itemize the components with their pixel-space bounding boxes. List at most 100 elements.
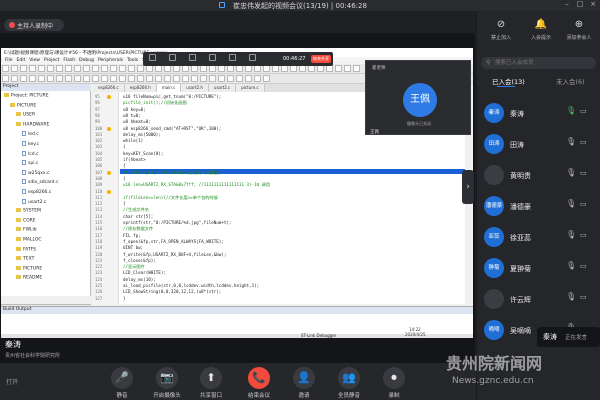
panel-action-2[interactable]: ⊕ 添加参会人: [562, 18, 596, 41]
document-tab[interactable]: esp8266.h: [124, 84, 157, 92]
toolbar-button[interactable]: [209, 75, 216, 82]
toolbar-button[interactable]: [74, 75, 81, 82]
ide-menu-item[interactable]: Flash: [63, 58, 75, 63]
toolbar-button[interactable]: [110, 65, 117, 72]
toolbar-button[interactable]: [11, 65, 18, 72]
toolbar-button[interactable]: [11, 75, 18, 82]
tree-item[interactable]: sdio_sdcard.c: [22, 179, 58, 185]
tree-item[interactable]: Project: PICTURE: [4, 93, 49, 99]
close-icon[interactable]: ×: [586, 0, 600, 8]
toolbar-button[interactable]: [182, 75, 189, 82]
video-icon[interactable]: ▭: [580, 107, 587, 115]
share-button[interactable]: ⬆ 共享窗口: [191, 367, 231, 399]
microphone-icon[interactable]: 🎙: [566, 261, 576, 270]
toolbar-button[interactable]: [137, 75, 144, 82]
tree-item[interactable]: key.c: [22, 141, 39, 147]
member-row[interactable]: 亚蕊 徐亚蕊 🎙 ▭: [476, 222, 600, 252]
toolbar-button[interactable]: [2, 65, 9, 72]
toolbar-button[interactable]: [29, 65, 36, 72]
toolbar-button[interactable]: [83, 75, 90, 82]
document-tab[interactable]: picture.c: [236, 84, 265, 92]
toolbar-button[interactable]: [101, 65, 108, 72]
toolbar-button[interactable]: [245, 75, 252, 82]
member-row[interactable]: 田涛 田涛 🎙 ▭: [476, 129, 600, 159]
tree-item[interactable]: USER: [16, 112, 35, 118]
tree-item[interactable]: spi.c: [22, 160, 38, 166]
tree-item[interactable]: PICTURE: [16, 265, 42, 271]
microphone-icon[interactable]: 🎙: [566, 137, 576, 146]
microphone-icon[interactable]: 🎙: [566, 199, 576, 208]
toolbar-button[interactable]: [146, 65, 153, 72]
toolbar-button[interactable]: [92, 75, 99, 82]
toolbar-button[interactable]: [119, 65, 126, 72]
toolbar-button[interactable]: [200, 75, 207, 82]
tab-not-joined[interactable]: 未入会(6): [556, 76, 585, 86]
tree-item[interactable]: TEXT: [16, 256, 34, 262]
camera-icon[interactable]: [169, 54, 176, 61]
toolbar-button[interactable]: [263, 75, 270, 82]
toolbar-button[interactable]: [65, 65, 72, 72]
tree-item[interactable]: SYSTEM: [16, 208, 41, 214]
toolbar-button[interactable]: [191, 65, 198, 72]
end-button[interactable]: 📞 结束会议: [239, 367, 279, 399]
video-icon[interactable]: ▭: [580, 200, 587, 208]
microphone-icon[interactable]: 🎙: [566, 292, 576, 301]
member-row[interactable]: 潘德豪 潘德豪 🎙 ▭: [476, 191, 600, 221]
tab-joined[interactable]: 已入会(13): [492, 76, 525, 86]
tree-item[interactable]: FWLib: [16, 227, 37, 233]
toolbar-button[interactable]: [56, 75, 63, 82]
microphone-icon[interactable]: 🎙: [566, 106, 576, 115]
toolbar-button[interactable]: [38, 65, 45, 72]
toolbar-button[interactable]: [146, 75, 153, 82]
toolbar-button[interactable]: [164, 65, 171, 72]
tree-item[interactable]: CORE: [16, 217, 36, 223]
microphone-icon[interactable]: 🎙: [566, 230, 576, 239]
toolbar-button[interactable]: [101, 75, 108, 82]
video-icon[interactable]: ▭: [580, 169, 587, 177]
toolbar-button[interactable]: [236, 65, 243, 72]
member-row[interactable]: 秦涛 秦涛 🎙 ▭: [476, 98, 600, 128]
ide-menu-item[interactable]: Project: [44, 58, 59, 63]
toolbar-button[interactable]: [47, 65, 54, 72]
maximize-icon[interactable]: □: [573, 0, 587, 8]
video-icon[interactable]: ▭: [580, 293, 587, 301]
toolbar-button[interactable]: [326, 65, 333, 72]
toolbar-button[interactable]: [245, 65, 252, 72]
toolbar-button[interactable]: [353, 65, 360, 72]
toolbar-button[interactable]: [290, 65, 297, 72]
toolbar-button[interactable]: [191, 75, 198, 82]
toolbar-button[interactable]: [119, 75, 126, 82]
toolbar-button[interactable]: [209, 65, 216, 72]
mute-button[interactable]: 🎤 静音: [102, 367, 142, 399]
muteall-button[interactable]: 👥 全员静音: [329, 367, 369, 399]
toolbar-button[interactable]: [236, 75, 243, 82]
toolbar-button[interactable]: [335, 65, 342, 72]
record-button[interactable]: ⏺ 录制: [374, 367, 414, 399]
toolbar-button[interactable]: [227, 65, 234, 72]
ide-menu-item[interactable]: Tools: [127, 58, 138, 63]
ide-menu-item[interactable]: Debug: [79, 58, 94, 63]
toolbar-button[interactable]: [155, 75, 162, 82]
tree-item[interactable]: MALLOC: [16, 237, 42, 243]
ide-menu-item[interactable]: View: [29, 58, 40, 63]
tree-item[interactable]: HARDWARE: [16, 121, 49, 127]
toolbar-button[interactable]: [173, 75, 180, 82]
toolbar-button[interactable]: [281, 65, 288, 72]
toolbar-button[interactable]: [308, 65, 315, 72]
member-row[interactable]: 黄明贵 🎙 ▭: [476, 160, 600, 190]
toolbar-button[interactable]: [128, 65, 135, 72]
toolbar-button[interactable]: [110, 75, 117, 82]
toolbar-button[interactable]: [92, 65, 99, 72]
document-tab[interactable]: usart2.h: [181, 84, 209, 92]
toolbar-button[interactable]: [317, 65, 324, 72]
toolbar-button[interactable]: [218, 75, 225, 82]
video-icon[interactable]: ▭: [580, 262, 587, 270]
end-share-button[interactable]: 结束共享: [311, 55, 331, 63]
members-icon[interactable]: [209, 54, 216, 61]
toolbar-button[interactable]: [56, 65, 63, 72]
toolbar-button[interactable]: [2, 75, 9, 82]
video-icon[interactable]: ▭: [580, 138, 587, 146]
panel-action-1[interactable]: 🔔 入会提示: [524, 18, 558, 41]
toolbar-button[interactable]: [29, 75, 36, 82]
toolbar-button[interactable]: [173, 65, 180, 72]
